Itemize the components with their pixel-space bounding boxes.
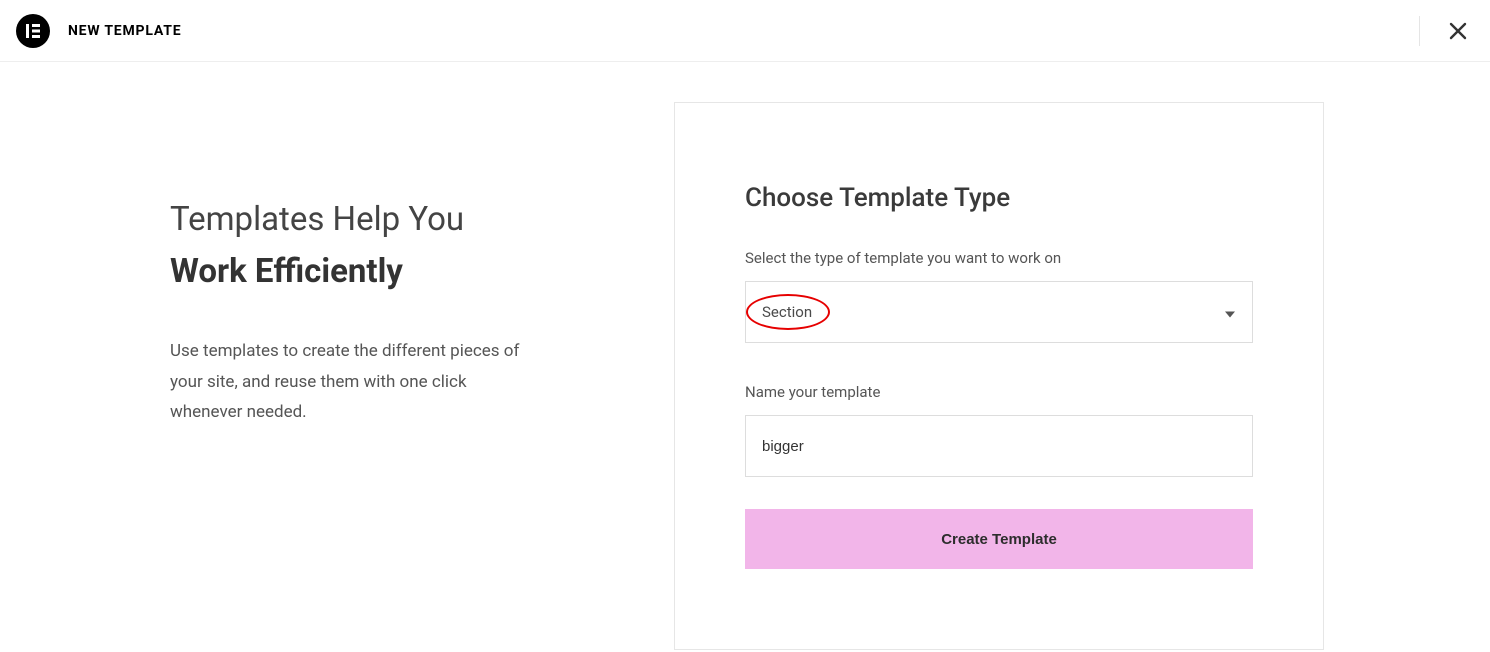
info-heading-top: Templates Help You xyxy=(170,197,590,243)
template-name-input[interactable] xyxy=(745,415,1253,477)
info-panel: Templates Help You Work Efficiently Use … xyxy=(170,102,590,650)
template-name-label: Name your template xyxy=(745,383,1253,401)
template-type-select[interactable]: Section xyxy=(745,281,1253,343)
template-type-select-wrap: Section xyxy=(745,281,1253,343)
form-panel: Choose Template Type Select the type of … xyxy=(674,102,1324,650)
template-type-value: Section xyxy=(762,303,812,321)
close-button[interactable] xyxy=(1444,17,1472,45)
modal-content: Templates Help You Work Efficiently Use … xyxy=(0,62,1490,650)
elementor-logo-icon xyxy=(16,14,50,48)
close-icon xyxy=(1448,21,1468,41)
info-description: Use templates to create the different pi… xyxy=(170,336,530,428)
modal-header: NEW TEMPLATE xyxy=(0,0,1490,62)
form-title: Choose Template Type xyxy=(745,183,1253,213)
modal-title: NEW TEMPLATE xyxy=(68,23,181,39)
create-template-button[interactable]: Create Template xyxy=(745,509,1253,569)
header-divider xyxy=(1419,16,1420,46)
info-heading-bold: Work Efficiently xyxy=(170,251,590,294)
template-type-label: Select the type of template you want to … xyxy=(745,249,1253,267)
